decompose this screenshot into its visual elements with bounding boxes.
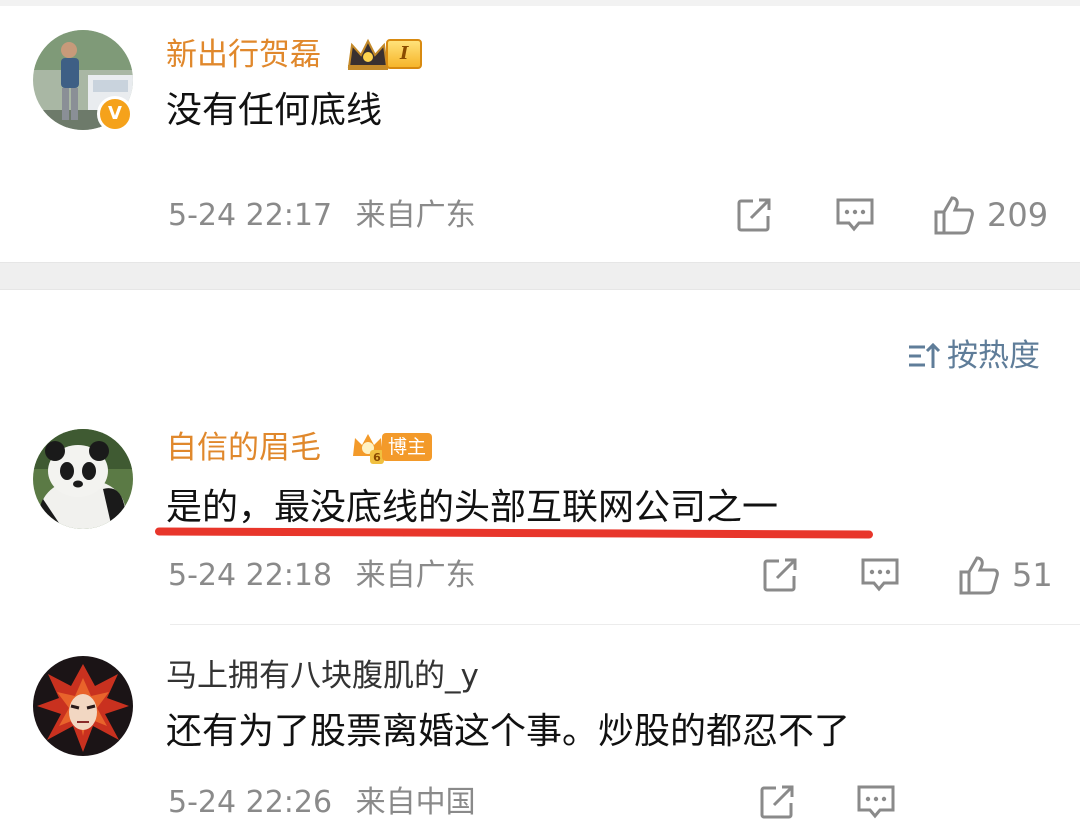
blogger-badge[interactable]: 6 博主	[350, 430, 433, 464]
avatar[interactable]	[33, 429, 133, 529]
comment-text: 没有任何底线	[166, 90, 383, 131]
comment-button[interactable]	[856, 783, 896, 821]
level-label: I	[386, 39, 423, 69]
share-button[interactable]	[735, 196, 773, 234]
comment-location: 来自广东	[355, 198, 476, 233]
sort-icon	[909, 342, 941, 368]
verified-badge-icon: V	[97, 96, 133, 132]
section-separator	[0, 262, 1080, 290]
comment-location: 来自广东	[355, 558, 476, 593]
username[interactable]: 马上拥有八块腹肌的_y	[166, 656, 479, 696]
like-button[interactable]: 209	[933, 194, 1048, 236]
comment-text: 还有为了股票离婚这个事。炒股的都忍不了	[166, 711, 851, 752]
username[interactable]: 自信的眉毛	[166, 428, 321, 468]
comment-text: 是的，最没底线的头部互联网公司之一	[166, 487, 779, 528]
share-icon	[760, 785, 794, 819]
comment-divider	[170, 624, 1080, 625]
like-button[interactable]: 51	[958, 554, 1053, 596]
like-count: 209	[987, 196, 1049, 234]
comment-time: 5-24 22:17	[168, 198, 333, 233]
comment-button[interactable]	[860, 556, 900, 594]
comment-location: 来自中国	[355, 785, 476, 820]
username[interactable]: 新出行贺磊	[166, 35, 321, 75]
like-count: 51	[1012, 556, 1053, 594]
top-divider	[0, 0, 1080, 6]
comment-time: 5-24 22:26	[168, 785, 333, 820]
share-button[interactable]	[761, 556, 799, 594]
comment-icon	[836, 198, 874, 232]
sort-label: 按热度	[947, 338, 1040, 374]
share-button[interactable]	[758, 783, 796, 821]
avatar[interactable]	[33, 656, 133, 756]
like-icon	[934, 196, 974, 235]
sort-by-hot-button[interactable]: 按热度	[907, 336, 1040, 376]
blogger-level-label: 6	[373, 451, 381, 464]
comment-meta: 5-24 22:26 来自中国	[168, 783, 476, 823]
share-icon	[763, 558, 797, 592]
crown-icon	[347, 38, 389, 70]
like-icon	[959, 556, 999, 595]
blogger-label: 博主	[382, 433, 433, 461]
comment-meta: 5-24 22:17 来自广东	[168, 196, 476, 236]
comment-icon	[857, 785, 895, 819]
vip-level-badge[interactable]: I	[346, 37, 423, 71]
share-icon	[737, 198, 771, 232]
comment-icon	[861, 558, 899, 592]
comment-time: 5-24 22:18	[168, 558, 333, 593]
comment-meta: 5-24 22:18 来自广东	[168, 556, 476, 596]
comment-button[interactable]	[835, 196, 875, 234]
crown-level-icon: 6	[353, 434, 384, 464]
